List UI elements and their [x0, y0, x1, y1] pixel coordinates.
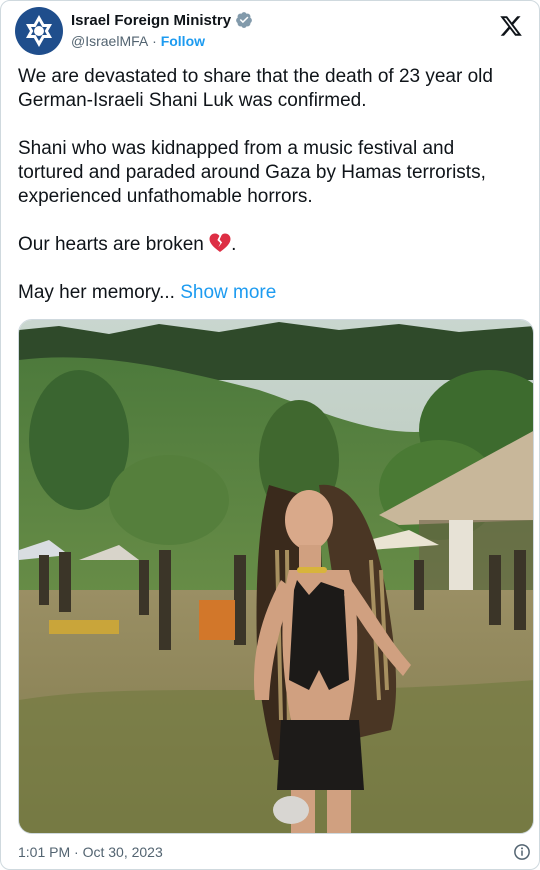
tweet-footer: 1:01 PM · Oct 30, 2023 [18, 841, 533, 863]
tweet-paragraph-text: Our hearts are broken [18, 234, 210, 255]
tweet-paragraph-text: May her memory... [18, 282, 181, 303]
tweet-header: Israel Foreign Ministry @IsraelMFA · Fol… [15, 7, 535, 55]
tweet-paragraph: We are devastated to share that the deat… [18, 66, 493, 111]
tweet-paragraph: May her memory... Show more [18, 281, 518, 305]
x-logo-icon[interactable] [499, 14, 523, 38]
verified-badge-icon [236, 12, 252, 28]
author-display-name[interactable]: Israel Foreign Ministry [71, 12, 231, 29]
tweet-card: Israel Foreign Ministry @IsraelMFA · Fol… [0, 0, 540, 870]
tweet-body: We are devastated to share that the deat… [18, 65, 518, 305]
tweet-paragraph-end: . [231, 234, 237, 255]
info-icon[interactable] [513, 843, 531, 861]
author-block: Israel Foreign Ministry @IsraelMFA · Fol… [71, 10, 253, 50]
author-handle[interactable]: @IsraelMFA [71, 33, 148, 49]
handle-separator: · [148, 33, 161, 49]
festival-photo [19, 320, 533, 833]
tweet-paragraph: Shani who was kidnapped from a music fes… [18, 138, 486, 207]
follow-button[interactable]: Follow [161, 33, 205, 49]
broken-heart-emoji-icon [209, 233, 231, 252]
show-more-link[interactable]: Show more [180, 282, 276, 303]
tweet-paragraph: Our hearts are broken . [18, 233, 518, 257]
avatar[interactable] [15, 7, 63, 55]
tweet-timestamp[interactable]: 1:01 PM · Oct 30, 2023 [18, 844, 163, 860]
tweet-photo[interactable] [18, 319, 534, 834]
